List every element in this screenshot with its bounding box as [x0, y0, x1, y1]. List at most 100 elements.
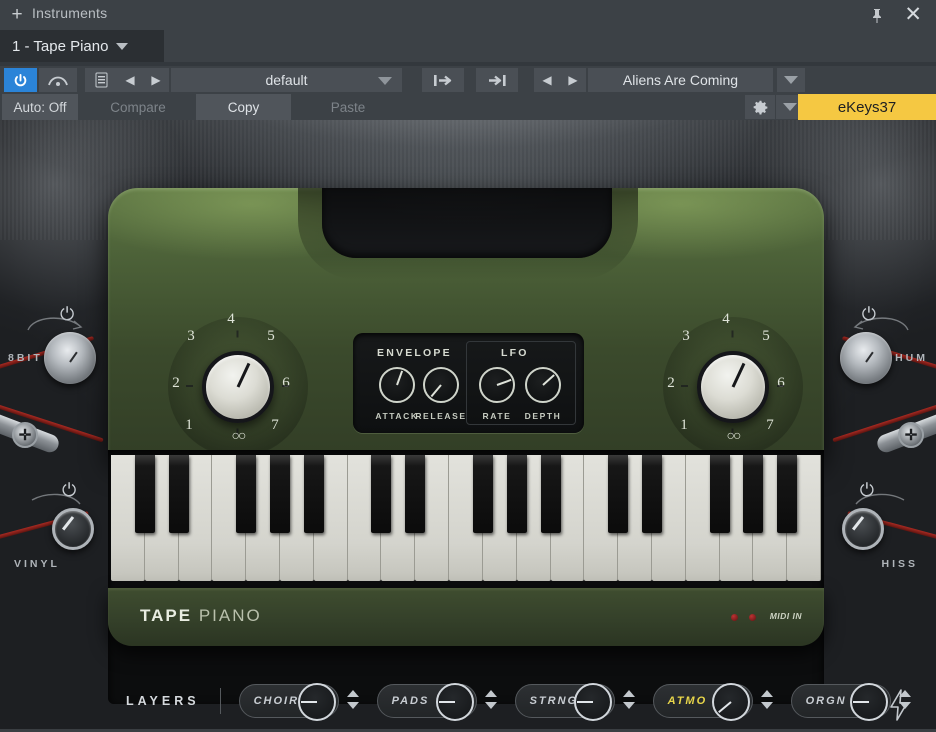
- nameplate-brand: TAPE: [140, 606, 193, 625]
- close-icon[interactable]: ✕: [904, 4, 922, 26]
- knob-8bit[interactable]: [44, 332, 96, 384]
- knob-scale-6: 6: [777, 375, 785, 391]
- piano-black-key[interactable]: [506, 455, 527, 533]
- tab-bar-background: [164, 30, 936, 62]
- knob-scale-3: 3: [682, 328, 690, 344]
- layer-strng-knob[interactable]: [573, 683, 612, 721]
- song-name-field[interactable]: Aliens Are Coming: [588, 68, 773, 92]
- stepper-down-icon[interactable]: [622, 702, 635, 709]
- release-knob[interactable]: [423, 367, 459, 403]
- layer-item: STRNG: [497, 683, 635, 721]
- layer-choir-button[interactable]: CHOIR: [238, 683, 339, 721]
- layer-atmo-knob[interactable]: [711, 683, 750, 721]
- piano-black-key[interactable]: [743, 455, 764, 533]
- knob-hum[interactable]: [840, 332, 892, 384]
- piano-black-key[interactable]: [134, 455, 155, 533]
- reverb-knob[interactable]: [697, 351, 769, 423]
- filter-knob[interactable]: [202, 351, 274, 423]
- filter-knob-group: 4 3 5 2 6 1 7 ○○ FILTER: [158, 311, 318, 486]
- jump-to-end-button[interactable]: [476, 68, 518, 92]
- attack-knob[interactable]: [379, 367, 415, 403]
- knob-scale-6: 6: [282, 375, 290, 391]
- piano-black-key[interactable]: [709, 455, 730, 533]
- piano-black-key[interactable]: [303, 455, 324, 533]
- piano-black-key[interactable]: [405, 455, 426, 533]
- layer-pads-knob[interactable]: [435, 683, 474, 721]
- layer-orgn-button[interactable]: ORGN: [790, 683, 891, 721]
- layer-stepper[interactable]: [484, 688, 497, 714]
- copy-button[interactable]: Copy: [196, 94, 291, 120]
- layer-stepper[interactable]: [760, 688, 773, 714]
- label-hum: HUM: [895, 352, 928, 364]
- song-dropdown-button[interactable]: [777, 68, 805, 92]
- layer-item: CHOIR: [221, 683, 359, 721]
- piano-black-key[interactable]: [608, 455, 629, 533]
- stepper-up-icon[interactable]: [622, 690, 635, 697]
- song-name-value: Aliens Are Coming: [622, 72, 739, 88]
- piano-black-key[interactable]: [270, 455, 291, 533]
- stepper-down-icon[interactable]: [484, 702, 497, 709]
- knob-indicator: [300, 701, 317, 703]
- knob-indicator: [396, 370, 404, 386]
- paste-button[interactable]: Paste: [293, 94, 403, 120]
- arrow-decoration: [853, 317, 909, 331]
- keyboard-keys[interactable]: [111, 455, 821, 581]
- layer-pads-button[interactable]: PADS: [376, 683, 477, 721]
- automation-curve-icon[interactable]: [39, 68, 77, 92]
- layer-orgn-knob[interactable]: [849, 683, 888, 721]
- automation-toggle-button[interactable]: Auto: Off: [2, 94, 78, 120]
- piano-black-key[interactable]: [168, 455, 189, 533]
- envelope-title: ENVELOPE: [377, 347, 452, 359]
- power-button[interactable]: [4, 68, 37, 92]
- preset-next-button[interactable]: ▶: [143, 68, 169, 92]
- jump-to-start-button[interactable]: [422, 68, 464, 92]
- stepper-up-icon[interactable]: [760, 690, 773, 697]
- piano-black-key[interactable]: [371, 455, 392, 533]
- piano-black-key[interactable]: [777, 455, 798, 533]
- song-next-button[interactable]: ▶: [560, 68, 586, 92]
- layer-stepper[interactable]: [622, 688, 635, 714]
- gear-icon[interactable]: [745, 95, 775, 119]
- piano-black-key[interactable]: [540, 455, 561, 533]
- knob-hiss[interactable]: [842, 508, 884, 550]
- add-instrument-icon[interactable]: +: [8, 5, 26, 24]
- depth-knob[interactable]: [525, 367, 561, 403]
- plugin-name-badge[interactable]: eKeys37: [798, 94, 936, 120]
- chevron-down-icon[interactable]: [378, 77, 392, 85]
- piano-black-key[interactable]: [641, 455, 662, 533]
- knob-scale-2: 2: [667, 375, 675, 391]
- layer-choir-knob[interactable]: [297, 683, 336, 721]
- knob-indicator: [438, 701, 455, 703]
- stepper-up-icon[interactable]: [484, 690, 497, 697]
- midi-led-2: [749, 614, 756, 621]
- layer-strng-button[interactable]: STRNG: [514, 683, 615, 721]
- tape-reel-icon: ○○: [231, 427, 247, 443]
- tape-reel-icon: ○○: [726, 427, 742, 443]
- stepper-down-icon[interactable]: [760, 702, 773, 709]
- instrument-tab[interactable]: 1 - Tape Piano: [0, 30, 164, 62]
- compare-button[interactable]: Compare: [80, 94, 196, 120]
- knob-indicator: [69, 351, 78, 363]
- preset-list-icon[interactable]: [85, 68, 117, 92]
- tonearm-head-left-icon: ✛: [12, 422, 38, 448]
- knob-indicator: [542, 374, 555, 386]
- lightning-bolt-icon[interactable]: [886, 688, 912, 722]
- layer-stepper[interactable]: [346, 688, 359, 714]
- knob-indicator: [236, 362, 251, 388]
- piano-black-key[interactable]: [236, 455, 257, 533]
- preset-prev-button[interactable]: ◀: [117, 68, 143, 92]
- layer-name-label: ORGN: [805, 695, 847, 707]
- knob-vinyl[interactable]: [52, 508, 94, 550]
- knob-indicator: [576, 701, 593, 703]
- stepper-down-icon[interactable]: [346, 702, 359, 709]
- layers-title: LAYERS: [126, 694, 200, 708]
- layer-atmo-button[interactable]: ATMO: [652, 683, 753, 721]
- knob-indicator: [731, 362, 746, 388]
- rate-knob[interactable]: [479, 367, 515, 403]
- piano-black-key[interactable]: [472, 455, 493, 533]
- song-prev-button[interactable]: ◀: [534, 68, 560, 92]
- knob-scale-1: 1: [680, 417, 688, 433]
- stepper-up-icon[interactable]: [346, 690, 359, 697]
- pin-icon[interactable]: [868, 7, 886, 25]
- preset-name-field[interactable]: default: [171, 68, 402, 92]
